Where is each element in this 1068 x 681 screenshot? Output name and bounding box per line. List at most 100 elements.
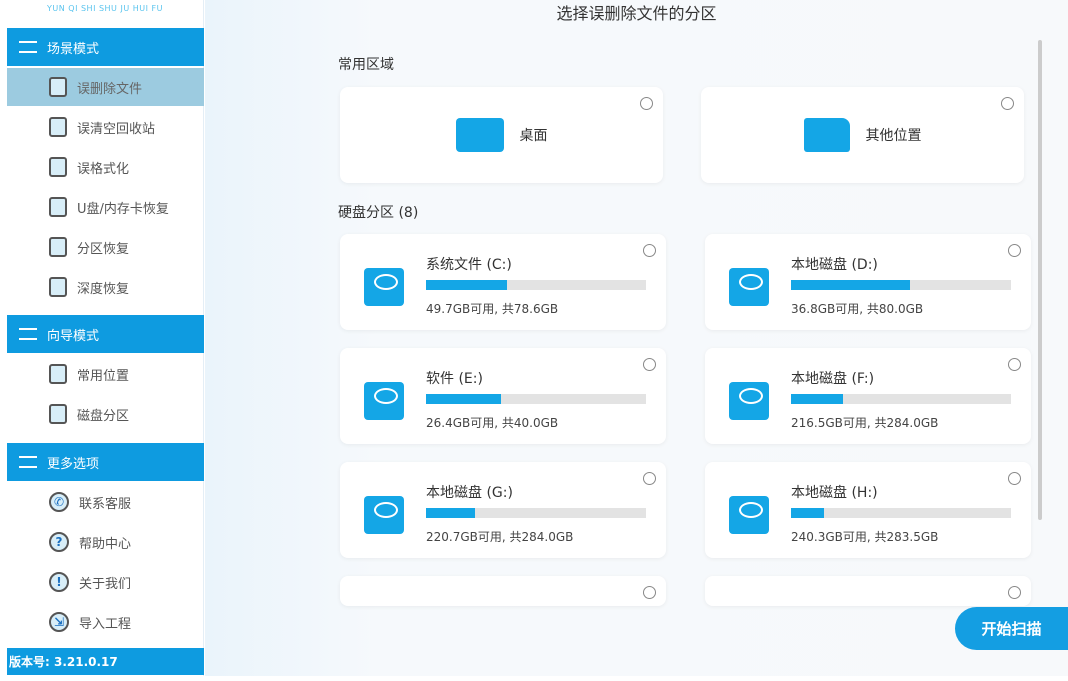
sidebar-item-icon: ? <box>49 532 69 552</box>
sidebar-section-header: 向导模式 <box>7 315 204 353</box>
location-desktop[interactable]: 桌面 <box>340 87 663 183</box>
disk-radio[interactable] <box>643 244 656 257</box>
disk-size: 36.8GB可用, 共80.0GB <box>791 302 924 316</box>
sidebar-item[interactable]: 误删除文件 <box>7 68 204 106</box>
sidebar-item-icon <box>49 157 67 177</box>
disk-card[interactable]: 系统文件 (C:) 49.7GB可用, 共78.6GB <box>340 234 666 330</box>
disk-name: 软件 (E:) <box>426 371 483 387</box>
sidebar-item-label: 分区恢复 <box>77 241 130 257</box>
disk-card[interactable]: 本地磁盘 (H:) 240.3GB可用, 共283.5GB <box>705 462 1031 558</box>
sidebar-item-icon <box>49 197 67 217</box>
sidebar-item[interactable]: ? 帮助中心 <box>7 523 204 561</box>
disk-usage-bar <box>426 508 646 518</box>
disk-size: 26.4GB可用, 共40.0GB <box>426 416 559 430</box>
sidebar-item[interactable]: 深度恢复 <box>7 268 204 306</box>
sidebar-item-label: 导入工程 <box>79 616 132 632</box>
main-panel: 选择误删除文件的分区 常用区域 桌面 其他位置 硬盘分区 (8) 系统文件 (C… <box>205 0 1068 676</box>
disk-name: 本地磁盘 (G:) <box>426 485 513 501</box>
sidebar-item[interactable]: ⇲ 导入工程 <box>7 603 204 641</box>
desktop-label: 桌面 <box>519 128 548 144</box>
sidebar-item-label: 常用位置 <box>77 368 130 384</box>
disk-radio[interactable] <box>643 358 656 371</box>
disk-name: 本地磁盘 (D:) <box>791 257 878 273</box>
disk-radio[interactable] <box>1008 244 1021 257</box>
sidebar-item-label: 误清空回收站 <box>77 121 156 137</box>
radio-desktop[interactable] <box>640 97 653 110</box>
sidebar-item-label: 深度恢复 <box>77 281 130 297</box>
sidebar-section-header: 场景模式 <box>7 28 204 66</box>
disk-usage-bar <box>791 508 1011 518</box>
disk-name: 本地磁盘 (H:) <box>791 485 878 501</box>
hard-drive-icon <box>729 268 769 306</box>
version-label: 版本号: 3.21.0.17 <box>7 648 204 675</box>
sidebar-item[interactable]: 误格式化 <box>7 148 204 186</box>
hard-drive-icon <box>729 382 769 420</box>
disk-usage-bar <box>426 394 646 404</box>
sidebar-item[interactable]: 误清空回收站 <box>7 108 204 146</box>
start-scan-button[interactable]: 开始扫描 <box>955 607 1068 650</box>
disk-card[interactable]: 本地磁盘 (D:) 36.8GB可用, 共80.0GB <box>705 234 1031 330</box>
disk-radio[interactable] <box>1008 358 1021 371</box>
disk-usage-bar <box>791 280 1011 290</box>
radio-other[interactable] <box>1001 97 1014 110</box>
disk-partitions-label: 硬盘分区 (8) <box>338 205 419 221</box>
sidebar-item[interactable]: U盘/内存卡恢复 <box>7 188 204 226</box>
page-title: 选择误删除文件的分区 <box>556 4 717 23</box>
sidebar-item-label: U盘/内存卡恢复 <box>77 201 169 217</box>
sidebar-item-icon <box>49 237 67 257</box>
hard-drive-icon <box>364 382 404 420</box>
section-label: 场景模式 <box>47 41 100 57</box>
scrollbar[interactable] <box>1038 40 1042 520</box>
sidebar-item[interactable]: 常用位置 <box>7 355 204 393</box>
disk-usage-bar <box>426 280 646 290</box>
sidebar-section-header: 更多选项 <box>7 443 204 481</box>
sidebar-item-label: 关于我们 <box>79 576 132 592</box>
disk-size: 49.7GB可用, 共78.6GB <box>426 302 559 316</box>
sidebar-item-label: 误格式化 <box>77 161 130 177</box>
disk-size: 220.7GB可用, 共284.0GB <box>426 530 574 544</box>
sidebar: YUN QI SHI SHU JU HUI FU 场景模式 误删除文件 误清空回收站… <box>7 0 204 676</box>
sidebar-item[interactable]: 分区恢复 <box>7 228 204 266</box>
sidebar-item-label: 磁盘分区 <box>77 408 130 424</box>
sidebar-item[interactable]: 磁盘分区 <box>7 395 204 433</box>
location-other[interactable]: 其他位置 <box>701 87 1024 183</box>
sidebar-item-icon <box>49 277 67 297</box>
sidebar-item[interactable]: ! 关于我们 <box>7 563 204 601</box>
disk-card[interactable]: 本地磁盘 (F:) 216.5GB可用, 共284.0GB <box>705 348 1031 444</box>
disk-card[interactable]: 本地磁盘 (G:) 220.7GB可用, 共284.0GB <box>340 462 666 558</box>
section-icon <box>19 456 37 468</box>
sidebar-item-label: 帮助中心 <box>79 536 132 552</box>
sidebar-item-icon <box>49 117 67 137</box>
sidebar-item-icon <box>49 404 67 424</box>
section-icon <box>19 328 37 340</box>
disk-size: 240.3GB可用, 共283.5GB <box>791 530 939 544</box>
desktop-icon <box>455 118 504 152</box>
disk-card-partial[interactable] <box>340 576 666 606</box>
sidebar-item-label: 联系客服 <box>79 496 132 512</box>
disk-name: 系统文件 (C:) <box>426 257 512 273</box>
sidebar-item-label: 误删除文件 <box>77 81 143 97</box>
section-label: 更多选项 <box>47 456 100 472</box>
folder-icon <box>803 118 850 152</box>
common-area-label: 常用区域 <box>338 57 394 73</box>
disk-radio[interactable] <box>1008 472 1021 485</box>
sidebar-item[interactable]: ✆ 联系客服 <box>7 483 204 521</box>
hard-drive-icon <box>364 496 404 534</box>
disk-size: 216.5GB可用, 共284.0GB <box>791 416 939 430</box>
sidebar-item-icon <box>49 77 67 97</box>
disk-card-partial[interactable] <box>705 576 1031 606</box>
disk-radio[interactable] <box>643 586 656 599</box>
sidebar-item-icon: ✆ <box>49 492 69 512</box>
disk-radio[interactable] <box>643 472 656 485</box>
sidebar-item-icon: ⇲ <box>49 612 69 632</box>
sidebar-item-icon <box>49 364 67 384</box>
disk-name: 本地磁盘 (F:) <box>791 371 875 387</box>
disk-usage-bar <box>791 394 1011 404</box>
section-icon <box>19 41 37 53</box>
disk-radio[interactable] <box>1008 586 1021 599</box>
sidebar-item-icon: ! <box>49 572 69 592</box>
hard-drive-icon <box>729 496 769 534</box>
disk-card[interactable]: 软件 (E:) 26.4GB可用, 共40.0GB <box>340 348 666 444</box>
section-label: 向导模式 <box>47 328 100 344</box>
other-location-label: 其他位置 <box>865 128 922 144</box>
